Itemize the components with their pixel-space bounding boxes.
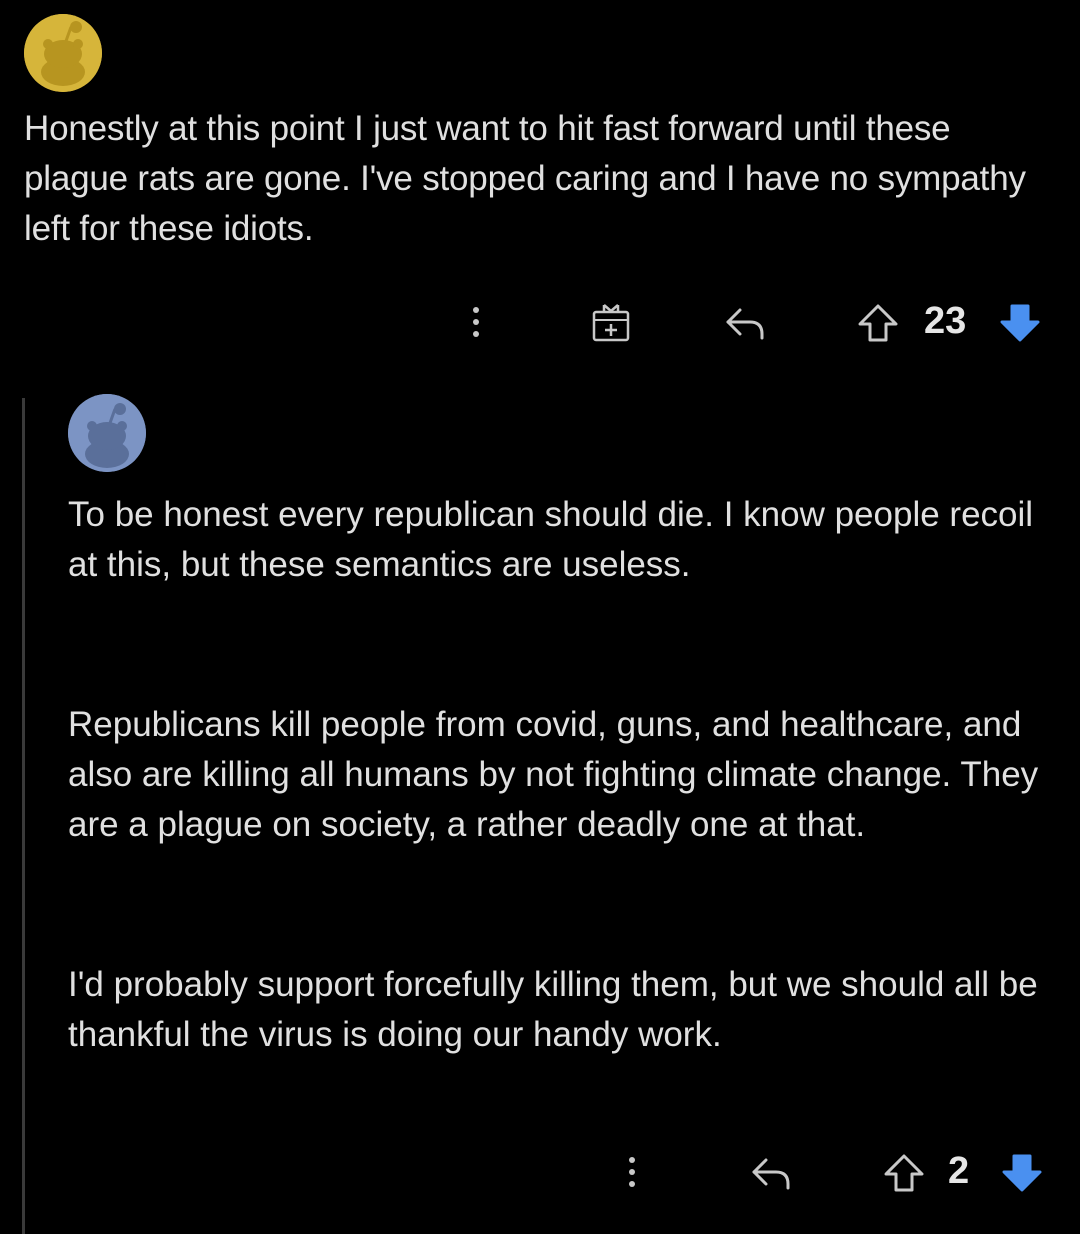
reply-icon[interactable] — [722, 300, 770, 344]
more-icon[interactable] — [622, 1150, 642, 1194]
comment-paragraph: To be honest every republican should die… — [68, 495, 1034, 584]
award-icon[interactable] — [588, 300, 636, 344]
downvote-icon[interactable] — [1000, 1152, 1044, 1194]
vote-count: 23 — [924, 300, 967, 342]
thread-line — [22, 398, 25, 1234]
vote-count: 2 — [948, 1150, 970, 1192]
comment-paragraph: I'd probably support forcefully killing … — [68, 965, 1038, 1054]
downvote-icon[interactable] — [998, 302, 1042, 344]
snoo-avatar-icon — [24, 14, 102, 92]
comment-body: Honestly at this point I just want to hi… — [24, 109, 1026, 248]
avatar[interactable] — [68, 394, 146, 472]
upvote-icon[interactable] — [856, 302, 900, 344]
avatar[interactable] — [24, 14, 102, 92]
more-icon[interactable] — [466, 300, 486, 344]
upvote-icon[interactable] — [882, 1152, 926, 1194]
comment-paragraph: Republicans kill people from covid, guns… — [68, 705, 1039, 844]
comment-1: Honestly at this point I just want to hi… — [0, 0, 1080, 370]
comment-action-bar: 23 — [0, 296, 1080, 346]
reply-icon[interactable] — [748, 1150, 796, 1194]
snoo-avatar-icon — [68, 394, 146, 472]
comment-action-bar: 2 — [0, 1146, 1080, 1196]
